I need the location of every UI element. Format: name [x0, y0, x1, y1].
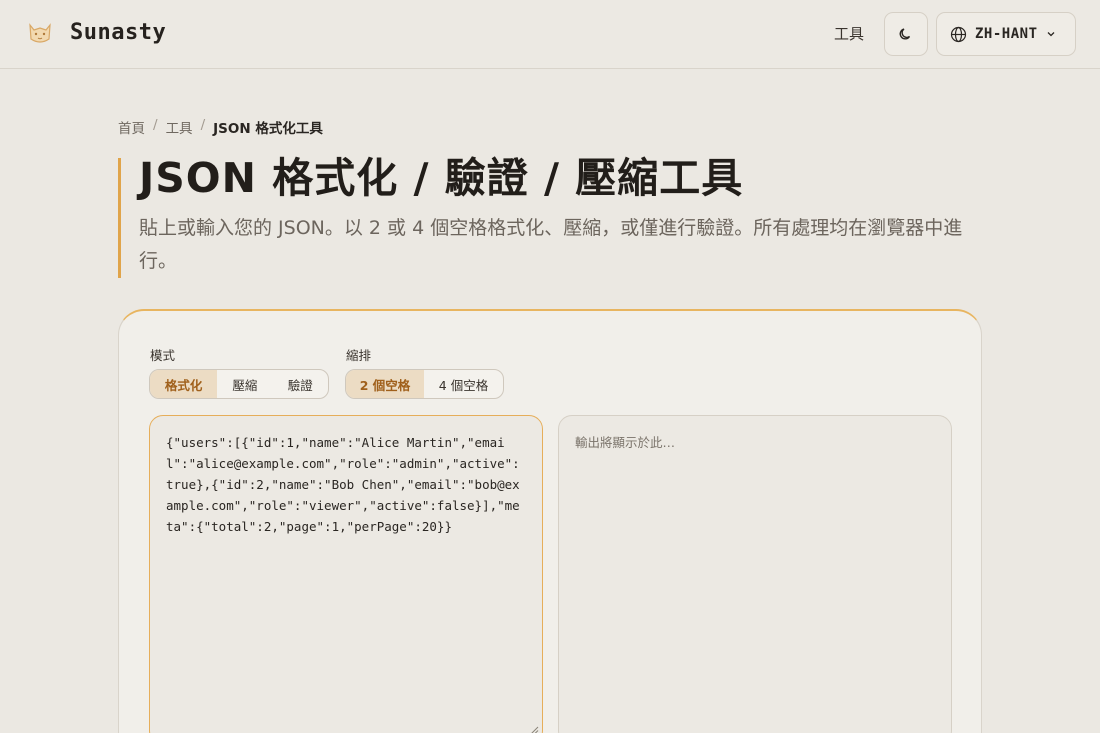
mode-minify-button[interactable]: 壓縮	[217, 370, 272, 398]
indent-segmented-control: 2 個空格 4 個空格	[345, 369, 504, 399]
breadcrumb-separator: /	[200, 117, 206, 133]
language-label: ZH-HANT	[975, 26, 1038, 42]
breadcrumb-current: JSON 格式化工具	[213, 121, 323, 137]
breadcrumb-tools[interactable]: 工具	[166, 117, 193, 137]
page-hero: JSON 格式化 / 驗證 / 壓縮工具 貼上或輸入您的 JSON。以 2 或 …	[118, 158, 978, 278]
json-input-textarea[interactable]: {"users":[{"id":1,"name":"Alice Martin",…	[149, 415, 543, 733]
mode-segmented-control: 格式化 壓縮 驗證	[149, 369, 329, 399]
indent-2-button[interactable]: 2 個空格	[346, 370, 424, 398]
top-header: Sunasty 工具 ZH-HANT	[0, 0, 1100, 69]
mode-validate-button[interactable]: 驗證	[273, 370, 328, 398]
page-title: JSON 格式化 / 驗證 / 壓縮工具	[139, 154, 744, 202]
indent-4-button[interactable]: 4 個空格	[424, 370, 503, 398]
moon-icon	[899, 28, 911, 40]
cat-logo-icon[interactable]	[24, 17, 56, 49]
breadcrumb: 首頁 / 工具 / JSON 格式化工具	[118, 117, 323, 137]
brand-name[interactable]: Sunasty	[70, 20, 166, 45]
breadcrumb-home[interactable]: 首頁	[118, 117, 145, 137]
json-output-area[interactable]: 輸出將顯示於此…	[558, 415, 952, 733]
mode-label: 模式	[150, 348, 176, 363]
page-subtitle: 貼上或輸入您的 JSON。以 2 或 4 個空格格式化、壓縮，或僅進行驗證。所有…	[139, 217, 963, 272]
language-select-button[interactable]: ZH-HANT	[936, 12, 1076, 56]
mode-format-button[interactable]: 格式化	[150, 370, 218, 398]
theme-toggle-button[interactable]	[884, 12, 928, 56]
json-tool-card: 模式 格式化 壓縮 驗證 縮排 2 個空格 4 個空格 {"users":[{"…	[118, 309, 982, 733]
nav-tools-link[interactable]: 工具	[834, 23, 864, 44]
indent-label: 縮排	[346, 348, 372, 363]
globe-icon	[950, 26, 967, 42]
breadcrumb-separator: /	[153, 117, 158, 133]
resize-handle-icon[interactable]	[529, 725, 539, 733]
chevron-down-icon	[1047, 32, 1054, 37]
